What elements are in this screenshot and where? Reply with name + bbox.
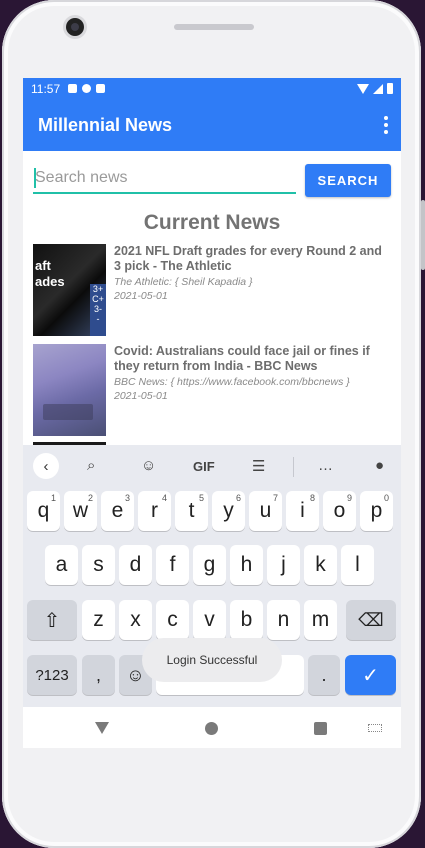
news-list: aft ades 3+ C+ 3- - 2021 NFL Draft grades fo… xyxy=(33,244,391,444)
key-t[interactable]: t5 xyxy=(175,491,208,531)
key-row-3: ⇧ z x c v b n m ⌫ xyxy=(23,600,401,642)
toast-message: Login Successful xyxy=(142,638,282,682)
search-input[interactable] xyxy=(33,164,296,194)
app-bar: Millennial News xyxy=(23,99,401,151)
news-date: 2021-05-01 xyxy=(114,290,168,302)
news-title: 2021 NFL Draft grades for every Round 2 … xyxy=(114,244,382,273)
key-l[interactable]: l xyxy=(341,545,374,585)
notification-icons xyxy=(68,84,106,93)
news-thumbnail: aft ades 3+ C+ 3- - xyxy=(33,244,106,336)
thumbnail-text: aft ades xyxy=(35,258,65,289)
phone-frame: 11:57 Millennial News SEARCH Current xyxy=(2,0,425,848)
key-z[interactable]: z xyxy=(82,600,115,640)
news-item[interactable]: Covid: Australians could face jail or fi… xyxy=(33,344,391,444)
key-f[interactable]: f xyxy=(156,545,189,585)
back-icon[interactable]: ‹ xyxy=(33,453,59,479)
key-h[interactable]: h xyxy=(230,545,263,585)
key-row-1: q1 w2 e3 r4 t5 y6 u7 i8 o9 p0 xyxy=(23,491,401,533)
mic-icon[interactable]: ● xyxy=(375,457,384,474)
sd-card-icon xyxy=(96,84,106,93)
search-icon[interactable]: ⌕ xyxy=(87,457,95,474)
key-w[interactable]: w2 xyxy=(64,491,97,531)
status-time: 11:57 xyxy=(31,81,61,96)
system-icons xyxy=(357,83,393,94)
volume-button xyxy=(421,200,425,270)
search-button[interactable]: SEARCH xyxy=(305,164,391,197)
key-a[interactable]: a xyxy=(45,545,78,585)
news-thumbnail xyxy=(33,344,106,436)
text-cursor xyxy=(34,168,36,188)
section-title: Current News xyxy=(143,211,281,234)
enter-key[interactable]: ✓ xyxy=(345,655,396,695)
backspace-key[interactable]: ⌫ xyxy=(346,600,396,640)
nav-recents-icon[interactable] xyxy=(314,722,327,735)
nav-home-icon[interactable] xyxy=(205,722,218,735)
keyboard-toolbar: ‹ ⌕ ☺ GIF ☰ … ● xyxy=(23,445,401,489)
earpiece-speaker xyxy=(174,24,254,30)
key-row-2: a s d f g h j k l xyxy=(23,545,401,587)
key-b[interactable]: b xyxy=(230,600,263,640)
key-g[interactable]: g xyxy=(193,545,226,585)
news-text: Covid: Australians could face jail or fi… xyxy=(106,344,391,444)
app-screen: 11:57 Millennial News SEARCH Current xyxy=(23,78,401,748)
gif-icon[interactable]: GIF xyxy=(193,459,215,474)
thumbnail-grades: 3+ C+ 3- - xyxy=(90,284,106,336)
key-s[interactable]: s xyxy=(82,545,115,585)
key-p[interactable]: p0 xyxy=(360,491,393,531)
key-o[interactable]: o9 xyxy=(323,491,356,531)
key-d[interactable]: d xyxy=(119,545,152,585)
news-text: 2021 NFL Draft grades for every Round 2 … xyxy=(106,244,391,344)
comma-key[interactable]: , xyxy=(82,655,115,695)
shift-key[interactable]: ⇧ xyxy=(27,600,77,640)
notification-p-icon xyxy=(82,84,92,93)
key-v[interactable]: v xyxy=(193,600,226,640)
search-row: SEARCH xyxy=(33,164,391,198)
key-k[interactable]: k xyxy=(304,545,337,585)
front-camera xyxy=(66,18,84,36)
key-n[interactable]: n xyxy=(267,600,300,640)
key-e[interactable]: e3 xyxy=(101,491,134,531)
news-title: Covid: Australians could face jail or fi… xyxy=(114,344,370,373)
signal-icon xyxy=(373,83,383,94)
key-u[interactable]: u7 xyxy=(249,491,282,531)
clipboard-icon[interactable]: ☰ xyxy=(252,457,265,475)
key-c[interactable]: c xyxy=(156,600,189,640)
news-source: BBC News: { https://www.facebook.com/bbc… xyxy=(114,376,350,388)
symbols-key[interactable]: ?123 xyxy=(27,655,77,695)
nav-back-icon[interactable] xyxy=(95,722,109,734)
key-j[interactable]: j xyxy=(267,545,300,585)
news-source: The Athletic: { Sheil Kapadia } xyxy=(114,276,253,288)
toolbar-divider xyxy=(293,457,294,477)
news-date: 2021-05-01 xyxy=(114,390,168,402)
more-icon[interactable]: … xyxy=(318,457,333,474)
key-i[interactable]: i8 xyxy=(286,491,319,531)
app-title: Millennial News xyxy=(38,114,173,135)
keyboard-switch-icon[interactable] xyxy=(368,724,382,732)
key-m[interactable]: m xyxy=(304,600,337,640)
period-key[interactable]: . xyxy=(308,655,340,695)
news-item[interactable]: aft ades 3+ C+ 3- - 2021 NFL Draft grades fo… xyxy=(33,244,391,344)
more-vert-icon[interactable] xyxy=(371,110,401,140)
sticker-icon[interactable]: ☺ xyxy=(141,457,156,474)
key-r[interactable]: r4 xyxy=(138,491,171,531)
key-y[interactable]: y6 xyxy=(212,491,245,531)
status-bar: 11:57 xyxy=(23,78,401,99)
key-x[interactable]: x xyxy=(119,600,152,640)
notification-a-icon xyxy=(68,84,78,93)
system-nav-bar xyxy=(23,707,401,748)
battery-icon xyxy=(387,83,393,94)
wifi-icon xyxy=(357,83,369,94)
key-q[interactable]: q1 xyxy=(27,491,60,531)
